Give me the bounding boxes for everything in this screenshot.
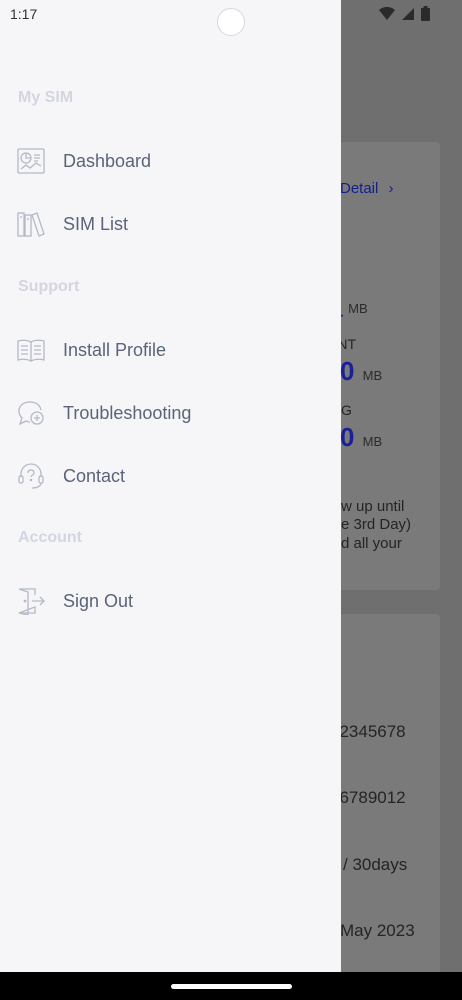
background-note-3: d all your [341,535,402,552]
background-label-g: G [341,402,352,418]
menu-label-dashboard: Dashboard [63,150,152,171]
menu-label-install-profile: Install Profile [63,339,167,360]
menu-item-sign-out[interactable]: Sign Out [0,576,341,626]
sign-out-icon [18,588,45,615]
headset-icon [18,463,44,489]
status-icons [379,6,430,21]
menu-item-contact[interactable]: Contact [0,451,341,501]
background-detail-link: Detail › [340,180,394,197]
menu-label-troubleshooting: Troubleshooting [63,402,192,423]
menu-item-install-profile[interactable]: Install Profile [0,325,341,375]
home-gesture-handle[interactable] [171,984,292,989]
background-note-1: w up until [341,498,405,515]
background-number-2: 56789012 [330,788,406,807]
section-header-my-sim: My SIM [18,89,74,106]
dashboard-icon [17,148,45,174]
section-header-support: Support [18,278,80,295]
menu-label-sim-list: SIM List [63,213,129,234]
status-time: 1:17 [10,6,38,22]
section-header-account: Account [18,529,82,546]
signal-icon [402,7,414,20]
book-icon [17,339,45,362]
chat-plus-icon [18,401,44,426]
background-value-row-3: 0 MB [340,422,383,452]
menu-label-sign-out: Sign Out [63,590,134,611]
background-value-row-2: 0 MB [340,356,383,386]
menu-item-troubleshooting[interactable]: Troubleshooting [0,388,341,438]
background-value-row-1: ̱ MB [348,301,368,316]
menu-item-sim-list[interactable]: SIM List [0,199,341,249]
menu-label-contact: Contact [63,465,126,486]
menu-item-dashboard[interactable]: Dashboard [0,136,341,186]
sim-list-icon [17,212,45,237]
background-days: / 30days [343,855,408,874]
navigation-drawer: My SIM Dashboard SIM List Support Instal… [0,0,341,972]
wifi-icon [379,6,395,20]
battery-icon [421,6,430,21]
background-number-1: 12345678 [330,722,406,741]
system-nav-bar [0,972,462,1000]
background-date: May 2023 [340,921,415,940]
background-note-2: e 3rd Day) [341,516,412,533]
camera-cutout [217,8,245,36]
